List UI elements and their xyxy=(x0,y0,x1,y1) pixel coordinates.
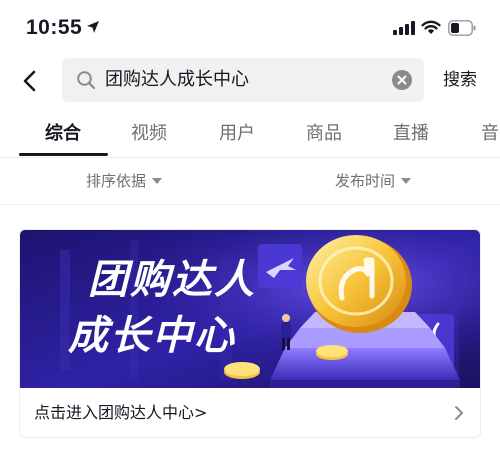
card-footer-text: 点击进入团购达人中心> xyxy=(34,403,208,422)
banner-image[interactable] xyxy=(20,230,481,388)
tab-comprehensive[interactable]: 综合 xyxy=(45,122,81,146)
clear-icon[interactable] xyxy=(392,70,412,90)
caret-down-icon xyxy=(401,178,412,184)
time-filter-dropdown[interactable]: 发布时间 xyxy=(335,170,412,192)
search-query[interactable]: 团购达人成长中心 xyxy=(105,68,249,92)
status-time: 10:55 xyxy=(26,16,83,39)
tab-music[interactable]: 音 xyxy=(481,122,499,146)
tab-video[interactable]: 视频 xyxy=(131,122,167,146)
tab-live[interactable]: 直播 xyxy=(393,122,429,146)
battery-icon xyxy=(448,20,476,36)
banner-title-line1: 团购达人 xyxy=(88,257,256,303)
tab-bar: 综合 视频 用户 商品 直播 音 xyxy=(0,112,500,158)
tab-products[interactable]: 商品 xyxy=(306,122,342,146)
signal-icon xyxy=(393,21,415,35)
result-card[interactable]: 团购达人 成长中心 点击进入团购达人中心> xyxy=(19,229,481,438)
section-divider xyxy=(0,204,500,205)
status-bar: 10:55 xyxy=(0,0,500,54)
tab-users[interactable]: 用户 xyxy=(219,122,255,146)
search-icon xyxy=(77,71,96,90)
back-icon[interactable] xyxy=(20,69,40,93)
search-input[interactable]: 团购达人成长中心 xyxy=(62,58,424,102)
location-arrow-icon xyxy=(87,21,99,33)
chevron-right-icon xyxy=(455,406,463,420)
search-button[interactable]: 搜索 xyxy=(443,68,477,92)
banner-title-line2: 成长中心 xyxy=(68,313,236,359)
caret-down-icon xyxy=(152,178,163,184)
sort-filter-label: 排序依据 xyxy=(86,172,147,190)
wifi-icon xyxy=(421,20,441,34)
sort-filter-dropdown[interactable]: 排序依据 xyxy=(86,170,163,192)
active-tab-indicator xyxy=(19,153,108,156)
time-filter-label: 发布时间 xyxy=(335,172,396,190)
card-footer-link[interactable]: 点击进入团购达人中心> xyxy=(20,388,480,437)
